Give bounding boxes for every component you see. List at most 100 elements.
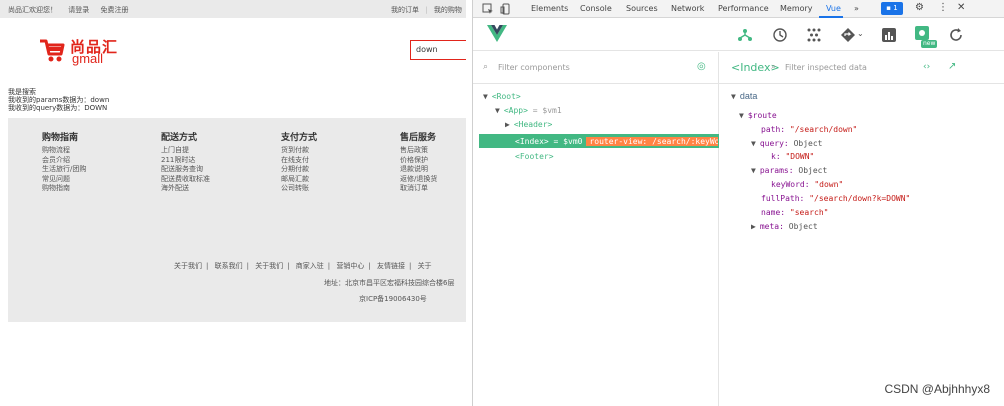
footer-link[interactable]: 配送费收取标准 bbox=[161, 175, 210, 185]
expand-arrow-icon[interactable]: ▼ bbox=[751, 139, 756, 148]
tree-node-header[interactable]: ▶ <Header> bbox=[505, 120, 552, 129]
footer-link[interactable]: 公司转账 bbox=[281, 184, 317, 194]
settings-plugin-icon[interactable] bbox=[914, 25, 930, 41]
select-component-icon[interactable]: ◎ bbox=[697, 61, 706, 72]
footer-column-guide: 购物指南 购物流程 会员介绍 生活旅行/团购 常见问题 购物指南 bbox=[42, 130, 86, 194]
route-row[interactable]: ▼ $route bbox=[739, 111, 777, 120]
tab-memory[interactable]: Memory bbox=[780, 4, 813, 13]
footer-link[interactable]: 关于 bbox=[418, 262, 432, 270]
expand-arrow-icon[interactable]: ▼ bbox=[483, 92, 488, 101]
params-row[interactable]: ▼ params: Object bbox=[751, 166, 827, 175]
filter-bar: ⌕ Filter components ◎ <Index> ⌕ Filter i… bbox=[473, 52, 1004, 84]
footer-link[interactable]: 配送服务查询 bbox=[161, 165, 210, 175]
footer-link[interactable]: 货到付款 bbox=[281, 146, 317, 156]
tab-sources[interactable]: Sources bbox=[626, 4, 658, 13]
active-tab-underline bbox=[819, 16, 843, 18]
path-row: path: "/search/down" bbox=[761, 125, 857, 134]
footer-link[interactable]: 常见问题 bbox=[42, 175, 86, 185]
footer-link[interactable]: 生活旅行/团购 bbox=[42, 165, 86, 175]
footer-link[interactable]: 联系我们 bbox=[215, 262, 243, 270]
meta-row[interactable]: ▶ meta: Object bbox=[751, 222, 818, 231]
components-tree-icon[interactable] bbox=[737, 27, 753, 43]
tree-node-app[interactable]: ▼ <App> = $vm1 bbox=[495, 106, 562, 115]
vm-ref: = $vm0 bbox=[553, 137, 583, 146]
footer-column-title: 配送方式 bbox=[161, 133, 198, 143]
site-logo[interactable]: 尚品汇 gmall bbox=[38, 36, 138, 66]
footer-link[interactable]: 商家入驻 bbox=[296, 262, 324, 270]
tab-vue[interactable]: Vue bbox=[826, 4, 841, 13]
footer-link[interactable]: 退款说明 bbox=[400, 165, 437, 175]
prop-key: fullPath: bbox=[761, 194, 805, 203]
tab-console[interactable]: Console bbox=[580, 4, 612, 13]
fullpath-row: fullPath: "/search/down?k=DOWN" bbox=[761, 194, 910, 203]
tree-node-root[interactable]: ▼ <Root> bbox=[483, 92, 521, 101]
footer-link[interactable]: 营销中心 bbox=[336, 262, 364, 270]
filter-inspected-input[interactable]: Filter inspected data bbox=[785, 63, 867, 72]
performance-chart-icon[interactable] bbox=[881, 27, 897, 43]
expand-arrow-icon[interactable]: ▼ bbox=[495, 106, 500, 115]
footer-link[interactable]: 售后政策 bbox=[400, 146, 437, 156]
footer-link[interactable]: 关于我们 bbox=[174, 262, 202, 270]
components-tree: ▼ <Root> ▼ <App> = $vm1 ▶ <Header> <Index> … bbox=[473, 84, 719, 406]
expand-arrow-icon[interactable]: ▼ bbox=[731, 92, 736, 101]
footer-link[interactable]: 返修/退换货 bbox=[400, 175, 437, 185]
refresh-icon[interactable] bbox=[948, 27, 964, 43]
prop-key: k: bbox=[771, 152, 781, 161]
footer-link[interactable]: 211限时达 bbox=[161, 156, 210, 166]
top-bar: 尚品汇欢迎您！ 请登录 免费注册 我的订单 | 我的购物 bbox=[0, 0, 466, 18]
footer-links-row: 关于我们 | 联系我们 | 关于我们 | 商家入驻 | 营销中心 | 友情链接 | 关于 bbox=[174, 261, 436, 271]
register-link[interactable]: 免费注册 bbox=[100, 6, 128, 14]
tab-elements[interactable]: Elements bbox=[531, 4, 568, 13]
search-messages: 我是搜索 我收到的params数据为：down 我收到的query数据为：DOW… bbox=[8, 88, 109, 112]
chevron-down-icon[interactable]: ⌄ bbox=[857, 29, 864, 38]
footer-link[interactable]: 价格保护 bbox=[400, 156, 437, 166]
issues-badge[interactable]: ▪ 1 bbox=[881, 2, 903, 15]
login-link[interactable]: 请登录 bbox=[68, 6, 89, 14]
routing-icon[interactable] bbox=[840, 27, 856, 43]
prop-value: "search" bbox=[789, 208, 829, 217]
inspect-dom-icon[interactable]: ‹› bbox=[923, 62, 930, 72]
open-in-editor-icon[interactable]: ↗ bbox=[948, 61, 956, 72]
footer-link[interactable]: 海外配送 bbox=[161, 184, 210, 194]
close-icon[interactable]: ✕ bbox=[957, 2, 965, 13]
gear-icon[interactable]: ⚙ bbox=[915, 2, 924, 13]
footer-link[interactable]: 友情链接 bbox=[377, 262, 405, 270]
prop-key: $route bbox=[747, 111, 777, 120]
tab-network[interactable]: Network bbox=[671, 4, 704, 13]
footer-link[interactable]: 取消订单 bbox=[400, 184, 437, 194]
filter-components-input[interactable]: Filter components bbox=[498, 63, 570, 72]
prop-type: Object bbox=[793, 139, 823, 148]
footer-column-delivery: 配送方式 上门自提 211限时达 配送服务查询 配送费收取标准 海外配送 bbox=[161, 130, 210, 194]
more-tabs-button[interactable]: » bbox=[854, 4, 859, 13]
expand-arrow-icon[interactable]: ▼ bbox=[751, 166, 756, 175]
footer-link[interactable]: 在线支付 bbox=[281, 156, 317, 166]
query-row[interactable]: ▼ query: Object bbox=[751, 139, 822, 148]
search-input[interactable]: down bbox=[410, 40, 466, 60]
tree-node-footer[interactable]: <Footer> bbox=[515, 152, 554, 161]
web-page: 尚品汇欢迎您！ 请登录 免费注册 我的订单 | 我的购物 尚品汇 gmall d… bbox=[0, 0, 466, 406]
footer-link[interactable]: 邮局汇款 bbox=[281, 175, 317, 185]
screenshot: 尚品汇欢迎您！ 请登录 免费注册 我的订单 | 我的购物 尚品汇 gmall d… bbox=[0, 0, 1004, 406]
tab-performance[interactable]: Performance bbox=[718, 4, 769, 13]
expand-arrow-icon[interactable]: ▶ bbox=[505, 120, 510, 129]
expand-arrow-icon[interactable]: ▼ bbox=[739, 111, 744, 120]
inspect-element-icon[interactable] bbox=[482, 3, 494, 15]
footer-link[interactable]: 购物流程 bbox=[42, 146, 86, 156]
device-toolbar-icon[interactable] bbox=[500, 3, 512, 15]
footer-link[interactable]: 分期付款 bbox=[281, 165, 317, 175]
divider: | bbox=[246, 262, 249, 270]
my-orders-link[interactable]: 我的订单 bbox=[391, 6, 419, 14]
footer-link[interactable]: 上门自提 bbox=[161, 146, 210, 156]
expand-arrow-icon[interactable]: ▶ bbox=[751, 222, 756, 231]
tree-node-index[interactable]: <Index> = $vm0 router-view: /search/:keyW… bbox=[479, 134, 719, 148]
footer-link[interactable]: 会员介绍 bbox=[42, 156, 86, 166]
footer-link[interactable]: 购物指南 bbox=[42, 184, 86, 194]
my-cart-link[interactable]: 我的购物 bbox=[434, 6, 462, 14]
devtools-panel: Elements Console Sources Network Perform… bbox=[472, 0, 1004, 406]
vuex-icon[interactable] bbox=[806, 27, 822, 43]
params-message: 我收到的params数据为：down bbox=[8, 96, 110, 104]
data-section-header[interactable]: ▼ data bbox=[731, 91, 757, 101]
footer-link[interactable]: 关于我们 bbox=[255, 262, 283, 270]
history-icon[interactable] bbox=[772, 27, 788, 43]
more-options-icon[interactable]: ⋮ bbox=[938, 2, 948, 13]
